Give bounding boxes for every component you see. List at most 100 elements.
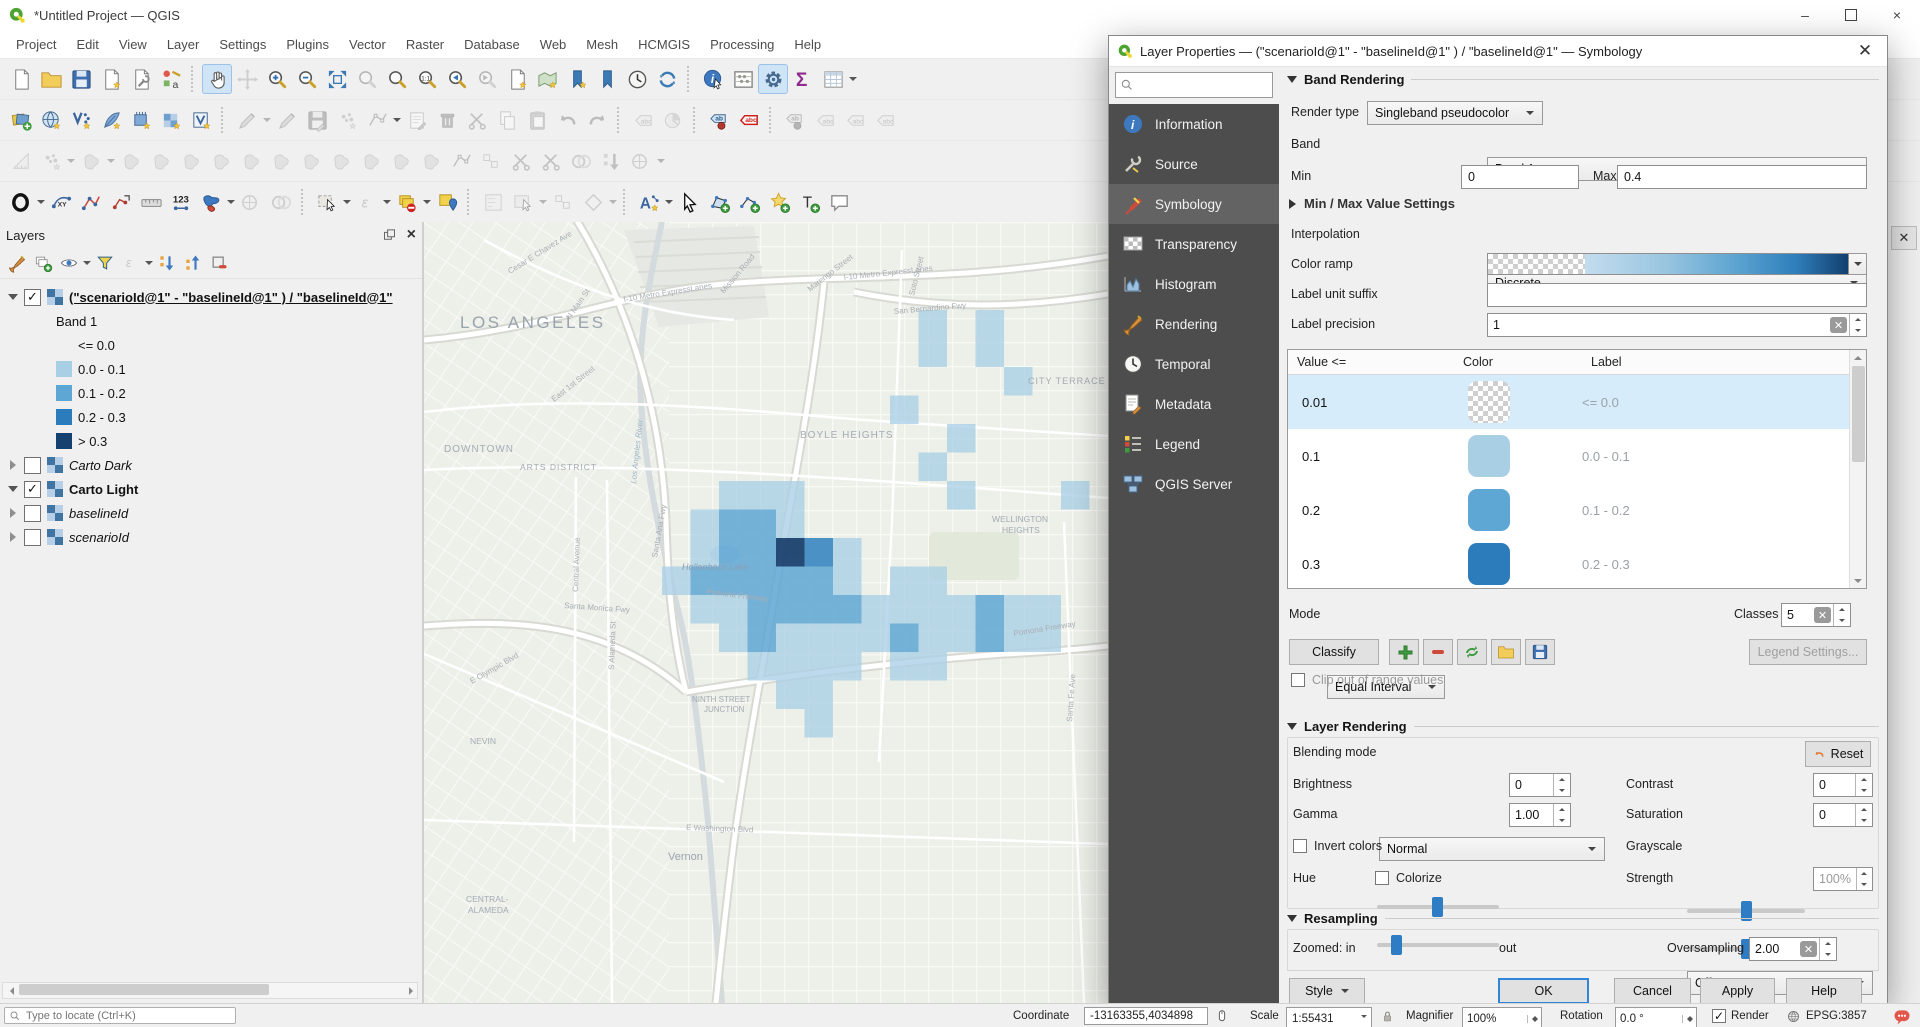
zoom-in-icon[interactable] [262, 64, 292, 94]
class-row[interactable]: 0.3 0.2 - 0.3 [1288, 537, 1866, 591]
marker-annotation-icon[interactable] [764, 187, 794, 217]
collapse-all-icon[interactable] [180, 250, 206, 276]
sidebar-item-histogram[interactable]: Histogram [1109, 264, 1279, 304]
class-color-swatch[interactable] [1468, 543, 1510, 585]
digitize-ellipse-icon[interactable] [6, 187, 36, 217]
layer-row-carto-light[interactable]: ✓ Carto Light [0, 477, 422, 501]
sidebar-item-symbology[interactable]: Symbology [1109, 184, 1279, 224]
move-vertex-icon[interactable] [106, 187, 136, 217]
menu-plugins[interactable]: Plugins [276, 33, 339, 56]
layer-rendering-header[interactable]: Layer Rendering [1287, 719, 1879, 734]
spin-arrows[interactable] [1833, 604, 1850, 626]
sidebar-item-rendering[interactable]: Rendering [1109, 304, 1279, 344]
expander-icon[interactable] [8, 292, 18, 302]
dialog-close-icon[interactable]: ✕ [1843, 41, 1887, 61]
col-header-label[interactable]: Label [1582, 350, 1866, 374]
layer-row-scenarioid[interactable]: scenarioId [0, 525, 422, 549]
menu-help[interactable]: Help [784, 33, 831, 56]
scroll-up-icon[interactable] [1850, 350, 1866, 365]
class-color-swatch[interactable] [1468, 489, 1510, 531]
menu-edit[interactable]: Edit [66, 33, 108, 56]
line-annotation-icon[interactable] [734, 187, 764, 217]
processing-toolbox-icon[interactable] [758, 64, 788, 94]
sidebar-item-source[interactable]: Source [1109, 144, 1279, 184]
modify-annotations-icon[interactable] [674, 187, 704, 217]
add-vector-layer-icon[interactable] [66, 105, 96, 135]
show-bookmarks-icon[interactable] [592, 64, 622, 94]
colorize-checkbox[interactable]: Colorize [1375, 871, 1442, 885]
menu-database[interactable]: Database [454, 33, 530, 56]
map-tips-icon[interactable] [824, 187, 854, 217]
refresh-map-icon[interactable] [652, 64, 682, 94]
classification-table[interactable]: Value <= Color Label 0.01 <= 0.0 0.1 0.0… [1287, 349, 1867, 589]
data-source-manager-icon[interactable] [6, 105, 36, 135]
add-virtual-layer-icon[interactable] [186, 105, 216, 135]
expand-all-icon[interactable] [154, 250, 180, 276]
remove-layer-icon[interactable] [206, 250, 232, 276]
close-panel-icon[interactable]: × [407, 226, 416, 244]
polygon-annotation-icon[interactable] [704, 187, 734, 217]
expander-icon[interactable] [8, 508, 18, 518]
minimize-button[interactable]: – [1782, 0, 1828, 30]
brightness-spin[interactable]: 0 [1509, 773, 1571, 797]
load-color-map-button[interactable] [1491, 639, 1521, 665]
deselect-all-icon[interactable] [392, 187, 422, 217]
menu-mesh[interactable]: Mesh [576, 33, 628, 56]
layer-label[interactable]: Carto Dark [69, 458, 132, 473]
close-styling-panel-icon[interactable]: ✕ [1891, 226, 1917, 250]
color-ramp-widget[interactable] [1487, 253, 1867, 275]
label-precision-spin[interactable]: 1 ✕ [1487, 313, 1867, 337]
expander-icon[interactable] [8, 532, 18, 542]
temporal-controller-icon[interactable] [622, 64, 652, 94]
layers-panel-hscrollbar[interactable] [2, 982, 418, 999]
filter-expression-dropdown[interactable] [144, 248, 154, 278]
sidebar-item-temporal[interactable]: Temporal [1109, 344, 1279, 384]
open-layer-styling-icon[interactable] [4, 250, 30, 276]
new-annotation-dropdown[interactable] [664, 187, 674, 217]
layer-checkbox[interactable] [24, 457, 41, 474]
float-panel-icon[interactable] [382, 228, 397, 243]
resampling-header[interactable]: Resampling [1287, 911, 1879, 926]
attribute-table-dropdown[interactable] [848, 64, 858, 94]
color-ramp-dropdown[interactable] [1849, 253, 1867, 275]
filter-legend-icon[interactable] [92, 250, 118, 276]
pan-map-icon[interactable] [202, 64, 232, 94]
menu-view[interactable]: View [109, 33, 157, 56]
class-row[interactable]: 0.2 0.1 - 0.2 [1288, 483, 1866, 537]
sidebar-item-information[interactable]: iInformation [1109, 104, 1279, 144]
legend-class-row[interactable]: 0.0 - 0.1 [0, 357, 422, 381]
class-color-swatch[interactable] [1468, 435, 1510, 477]
class-color-swatch[interactable] [1468, 381, 1510, 423]
add-wms-layer-icon[interactable] [36, 105, 66, 135]
add-group-icon[interactable] [30, 250, 56, 276]
style-button[interactable]: Style [1289, 978, 1365, 1004]
layer-label[interactable]: ("scenarioId@1" - "baselineId@1" ) / "ba… [69, 290, 393, 305]
style-manager-icon[interactable] [156, 64, 186, 94]
legend-class-row[interactable]: <= 0.0 [0, 333, 422, 357]
select-by-value-dropdown[interactable] [226, 187, 236, 217]
scroll-left-icon[interactable] [3, 984, 17, 997]
invert-colors-checkbox[interactable]: Invert colors [1293, 839, 1382, 853]
layer-row-carto-dark[interactable]: Carto Dark [0, 453, 422, 477]
magnifier-spin[interactable]: 100% [1462, 1007, 1542, 1027]
band-row[interactable]: Band 1 [0, 309, 422, 333]
coordinate-input[interactable]: -13163355,4034898 [1084, 1007, 1208, 1025]
zoom-to-layer-icon[interactable] [382, 64, 412, 94]
new-project-icon[interactable] [6, 64, 36, 94]
sidebar-item-legend[interactable]: Legend [1109, 424, 1279, 464]
reload-classes-button[interactable] [1457, 639, 1487, 665]
zoom-last-icon[interactable] [442, 64, 472, 94]
cancel-button[interactable]: Cancel [1614, 978, 1691, 1004]
new-annotation-icon[interactable] [634, 187, 664, 217]
show-statistics-icon[interactable] [788, 64, 818, 94]
legend-class-row[interactable]: > 0.3 [0, 429, 422, 453]
blending-mode-combo[interactable]: Normal [1379, 837, 1605, 861]
saturation-spin[interactable]: 0 [1813, 803, 1873, 827]
digitize-ellipse-dropdown[interactable] [36, 187, 46, 217]
col-header-color[interactable]: Color [1454, 350, 1582, 374]
layer-row-raster[interactable]: ✓ ("scenarioId@1" - "baselineId@1" ) / "… [0, 285, 422, 309]
legend-settings-button[interactable]: Legend Settings... [1749, 639, 1867, 665]
clip-out-of-range-checkbox[interactable]: Clip out of range values [1291, 673, 1443, 687]
add-class-button[interactable] [1389, 639, 1419, 665]
statistics-123-icon[interactable] [166, 187, 196, 217]
